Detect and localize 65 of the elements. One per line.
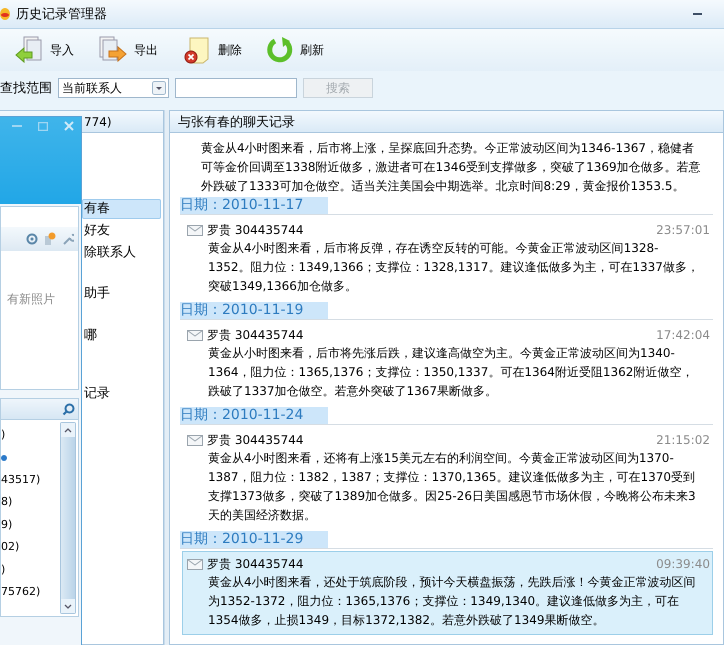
contact-item[interactable]: )	[1, 558, 58, 581]
message-time: 23:57:01	[656, 223, 710, 237]
tree-item[interactable]: 好友	[82, 221, 161, 241]
message-text: 黄金从4小时图来看，还处于筑底阶段，预计今天横盘振荡，先跌后涨！今黄金正常波动区间为1352-1372，阻力位：1365,1376；支撑位：1349,1340。建议逢低做多为主，可在1354做多，止损1349，目标1372,1382。若意外跌破了1349果断做空。	[207, 574, 697, 629]
tree-item[interactable]: 助手	[82, 284, 161, 304]
contact-item[interactable]: 02)	[1, 536, 58, 558]
search-field[interactable]	[175, 78, 297, 98]
tree-item[interactable]: 有春	[82, 199, 161, 219]
wrench-icon	[62, 233, 74, 245]
pin-icon	[44, 232, 56, 246]
toolbar-button[interactable]: 导入	[10, 33, 78, 67]
tree-item[interactable]: 除联系人	[82, 243, 161, 263]
message-time: 21:15:02	[656, 433, 710, 447]
message-text: 黄金从小时图来看，后市将先涨后跌，建议逢高做空为主。今黄金正常波动区间为1340-1364，阻力位：1365,1376；支撑位：1350,1337。可在1364附近受阻1362附近做空，跌破了1337加仓做空。若意外突破了1367果断做多。	[207, 345, 694, 400]
envelope-icon	[187, 558, 203, 570]
tree-item[interactable]: 哪	[82, 326, 161, 346]
search-icon[interactable]	[62, 402, 75, 416]
message-time: 17:42:04	[656, 328, 710, 342]
sender-name: 罗贵 304435744	[207, 222, 305, 238]
message-time: 09:39:40	[656, 557, 710, 571]
message-text: 黄金从4小时图来看，后市将上涨，呈探底回升态势。今正常波动区间为1346-1367，稳健者可等金价回调至1338附近做多，激进者可在1346受到支撑做多，突破了1369加仓做多。若意外跌破了1333可加仓做空。适当关注美国会中期选举。北京时间8:29，黄金报价1353.5。	[200, 140, 702, 195]
sender-name: 罗贵 304435744	[207, 326, 305, 344]
chat-title: 与张有春的聊天记录	[170, 111, 723, 133]
tree-item[interactable]: 记录	[82, 384, 161, 404]
toolbar-button[interactable]: 删除	[178, 33, 246, 67]
close-icon	[64, 121, 74, 131]
sender-name: 罗贵 304435744	[207, 556, 305, 572]
scope-dropdown[interactable]: 当前联系人	[58, 78, 169, 98]
message-entry[interactable]: 罗贵 304435744 17:42:04 黄金从小时图来看，后市将先涨后跌，建议逢高做空为主。今黄金正常波动区间为1340-1364，阻力位：1365,1376；支撑位：1350,1337。可在1364附近受阻1362附近做空，跌破了1337加仓做空。若意外突破了1367果断做多。	[182, 322, 713, 406]
sender-name: 罗贵 304435744	[207, 432, 305, 448]
date-label: 日期：2010-11-19	[180, 302, 328, 319]
maximize-icon	[38, 122, 48, 130]
scope-label: 查找范围	[0, 80, 52, 97]
date-label: 日期：2010-11-29	[180, 531, 328, 548]
ring-icon	[26, 233, 38, 245]
contact-item[interactable]: 8)	[1, 491, 58, 514]
contact-item[interactable]: 75762)	[1, 581, 58, 604]
date-label: 日期：2010-11-17	[180, 197, 328, 214]
message-entry[interactable]: 罗贵 304435744 21:15:02 黄金从4小时图来看，还将有上涨15美元左右的利润空间。今黄金正常波动区间为1370-1387，阻力位：1382，1387；支撑位：1370,1365。建议逢低做多为主，可在1370受到支撑1373做多，突破了1389加仓做多。因25-26日美国感恩节市场休假，今晚将公布未来3天的美国经济数据。	[182, 427, 713, 530]
toolbar-button[interactable]: 刷新	[262, 34, 328, 66]
envelope-icon	[187, 224, 203, 236]
minimize-icon	[12, 124, 22, 128]
message-entry[interactable]: 罗贵 304435744 09:39:40 黄金从4小时图来看，还处于筑底阶段，预计今天横盘振荡，先跌后涨！今黄金正常波动区间为1352-1372，阻力位：1365,1376；支撑位：1349,1340。建议逢低做多为主，可在1354做多，止损1349，目标1372,1382。若意外跌破了1349果断做空。	[182, 551, 713, 635]
scroll-up-button[interactable]	[61, 423, 75, 437]
message-entry[interactable]: 罗贵 304435744 23:57:01 黄金从4小时图来看，后市将反弹，存在诱空反转的可能。今黄金正常波动区间1328-1352。阻力位：1349,1366；支撑位：1328,1317。建议逢低做多为主，可在1337做多，突破1349,1366加仓做多。	[182, 217, 713, 301]
scroll-down-button[interactable]	[61, 599, 75, 613]
envelope-icon	[187, 434, 203, 446]
envelope-icon	[187, 330, 203, 340]
caret-up-icon	[64, 428, 72, 432]
caret-down-icon	[64, 604, 72, 608]
message-text: 黄金从4小时图来看，后市将反弹，存在诱空反转的可能。今黄金正常波动区间1328-1352。阻力位：1349,1366；支撑位：1328,1317。建议逢低做多为主，可在1337做多，突破1349,1366加仓做多。	[207, 240, 700, 295]
contact-item[interactable]: 9)	[1, 514, 58, 536]
message-text: 黄金从4小时图来看，还将有上涨15美元左右的利润空间。今黄金正常波动区间为1370-1387，阻力位：1382，1387；支撑位：1370,1365。建议逢低做多为主，可在1370受到支撑1373做多，突破了1389加仓做多。因25-26日美国感恩节市场休假，今晚将公布未来3天的美国经济数据。	[207, 450, 697, 524]
contact-item[interactable]: )	[1, 424, 58, 446]
refresh-icon	[266, 36, 294, 64]
import-icon	[14, 35, 44, 65]
toolbar-button[interactable]: 导出	[94, 33, 162, 67]
photo-note: 有新照片	[7, 291, 56, 308]
contact-item[interactable]: 43517)	[1, 468, 58, 491]
app-logo-icon	[0, 7, 12, 21]
scrollbar[interactable]	[60, 422, 76, 614]
minimize-icon	[693, 12, 703, 16]
window-title: 历史记录管理器	[16, 6, 108, 23]
export-icon	[98, 35, 128, 65]
date-label: 日期：2010-11-24	[180, 407, 328, 424]
